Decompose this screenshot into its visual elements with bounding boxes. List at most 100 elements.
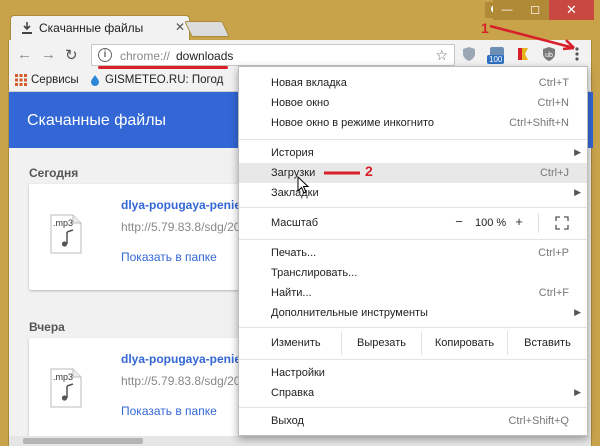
annotation-arrow-1 [489,24,575,51]
section-today: Сегодня [29,166,79,180]
menu-separator [239,359,587,360]
menu-item-cast[interactable]: Транслировать... [239,263,587,283]
menu-item-label: Выход [271,415,304,427]
svg-text:ub: ub [545,52,553,59]
page-title: Скачанные файлы [27,112,167,129]
apps-grid-icon [15,74,27,86]
chrome-menu: Новая вкладка Ctrl+T Новое окно Ctrl+N Н… [238,66,588,436]
menu-item-help[interactable]: Справка ▶ [239,383,587,403]
menu-item-shortcut: Ctrl+P [538,247,569,259]
zoom-out-button[interactable]: − [449,214,469,232]
file-name-link[interactable]: dlya-popugaya-penie-pt [121,198,256,212]
tab-close-icon[interactable]: ✕ [175,20,185,34]
menu-item-find[interactable]: Найти... Ctrl+F [239,283,587,303]
show-in-folder-link[interactable]: Показать в папке [121,250,217,264]
zoom-value: 100 % [475,217,507,229]
menu-item-new-window[interactable]: Новое окно Ctrl+N [239,93,587,113]
maximize-button[interactable]: ☐ [521,0,549,20]
menu-item-shortcut: Ctrl+J [539,167,569,179]
annotation-label-2: 2 [365,163,373,179]
menu-item-label: Найти... [271,287,312,299]
menu-item-shortcut: Ctrl+Shift+N [509,117,569,129]
file-ext: .mp3 [53,218,74,228]
bookmark-label: GISMETEO.RU: Погод [105,74,224,86]
menu-item-label: Справка [271,387,315,399]
reload-icon[interactable]: ↻ [65,46,78,64]
menu-item-shortcut: Ctrl+Shift+Q [508,415,569,427]
file-name-link[interactable]: dlya-popugaya-penie-pt [121,352,256,366]
menu-item-label: Печать... [271,247,317,259]
shield-extension-icon[interactable] [461,46,477,62]
menu-edit-row: Изменить Вырезать Копировать Вставить [239,331,587,355]
close-window-button[interactable]: ✕ [549,0,594,20]
info-icon[interactable]: i [98,48,112,62]
zoom-divider [538,213,539,233]
menu-separator [239,239,587,240]
url-scheme: chrome:// [120,49,171,63]
menu-item-label: Новое окно в режиме инкогнито [271,117,435,129]
address-bar[interactable]: i chrome:// downloads ☆ [91,44,455,66]
zoom-in-button[interactable]: + [509,214,529,232]
bookmark-label: Сервисы [31,74,79,86]
menu-item-print[interactable]: Печать... Ctrl+P [239,243,587,263]
mp3-file-icon: .mp3 [49,214,83,254]
download-icon [22,22,32,34]
file-url[interactable]: http://5.79.83.8/sdg/20 [121,374,240,388]
menu-item-downloads[interactable]: Загрузки Ctrl+J [239,163,587,183]
fullscreen-icon[interactable] [555,216,569,230]
menu-zoom-row: Масштаб − 100 % + [239,211,587,235]
menu-item-new-tab[interactable]: Новая вкладка Ctrl+T [239,73,587,93]
submenu-arrow-icon: ▶ [574,187,581,197]
menu-item-settings[interactable]: Настройки [239,363,587,383]
show-in-folder-link[interactable]: Показать в папке [121,404,217,418]
menu-item-shortcut: Ctrl+T [538,77,569,89]
menu-separator [239,207,587,208]
menu-item-label: Новое окно [271,97,330,109]
paste-button[interactable]: Вставить [507,331,587,355]
url-host: downloads [176,49,234,63]
scrollbar-thumb[interactable] [23,438,143,444]
file-ext: .mp3 [53,372,74,382]
menu-separator [239,327,587,328]
bookmark-star-icon[interactable]: ☆ [435,47,448,64]
cut-button[interactable]: Вырезать [341,331,421,355]
annotation-arrow-2 [324,171,360,175]
submenu-arrow-icon: ▶ [574,147,581,157]
menu-separator [239,407,587,408]
menu-item-incognito[interactable]: Новое окно в режиме инкогнито Ctrl+Shift… [239,113,587,133]
minimize-button[interactable]: — [493,0,521,20]
menu-item-bookmarks[interactable]: Закладки ▶ [239,183,587,203]
menu-item-exit[interactable]: Выход Ctrl+Shift+Q [239,411,587,431]
back-icon[interactable]: ← [17,46,32,63]
menu-item-shortcut: Ctrl+F [538,287,569,299]
menu-item-history[interactable]: История ▶ [239,143,587,163]
url-highlight-underline [98,66,228,69]
edit-label: Изменить [271,337,321,349]
new-tab-button[interactable] [184,21,230,37]
menu-item-shortcut: Ctrl+N [537,97,569,109]
file-url[interactable]: http://5.79.83.8/sdg/20 [121,220,240,234]
mp3-file-icon: .mp3 [49,368,83,408]
horizontal-scrollbar[interactable] [8,436,592,446]
mouse-cursor-icon [297,176,309,194]
tab-downloads[interactable]: Скачанные файлы ✕ [10,15,190,40]
bookmark-services[interactable]: Сервисы [15,74,79,86]
tab-title: Скачанные файлы [39,21,144,35]
menu-item-label: Дополнительные инструменты [271,307,428,319]
copy-button[interactable]: Копировать [421,331,507,355]
menu-separator [239,139,587,140]
menu-item-label: История [271,147,314,159]
submenu-arrow-icon: ▶ [574,387,581,397]
bookmark-gismeteo[interactable]: GISMETEO.RU: Погод [89,74,223,86]
forward-icon[interactable]: → [41,46,56,63]
section-yesterday: Вчера [29,320,65,334]
submenu-arrow-icon: ▶ [574,307,581,317]
gismeteo-icon [91,75,99,86]
zoom-label: Масштаб [271,217,319,229]
extension-badge: 100 [487,55,505,64]
menu-item-label: Новая вкладка [271,77,347,89]
menu-item-label: Транслировать... [271,267,358,279]
menu-item-more-tools[interactable]: Дополнительные инструменты ▶ [239,303,587,323]
menu-item-label: Настройки [271,367,325,379]
annotation-label-1: 1 [481,20,489,36]
